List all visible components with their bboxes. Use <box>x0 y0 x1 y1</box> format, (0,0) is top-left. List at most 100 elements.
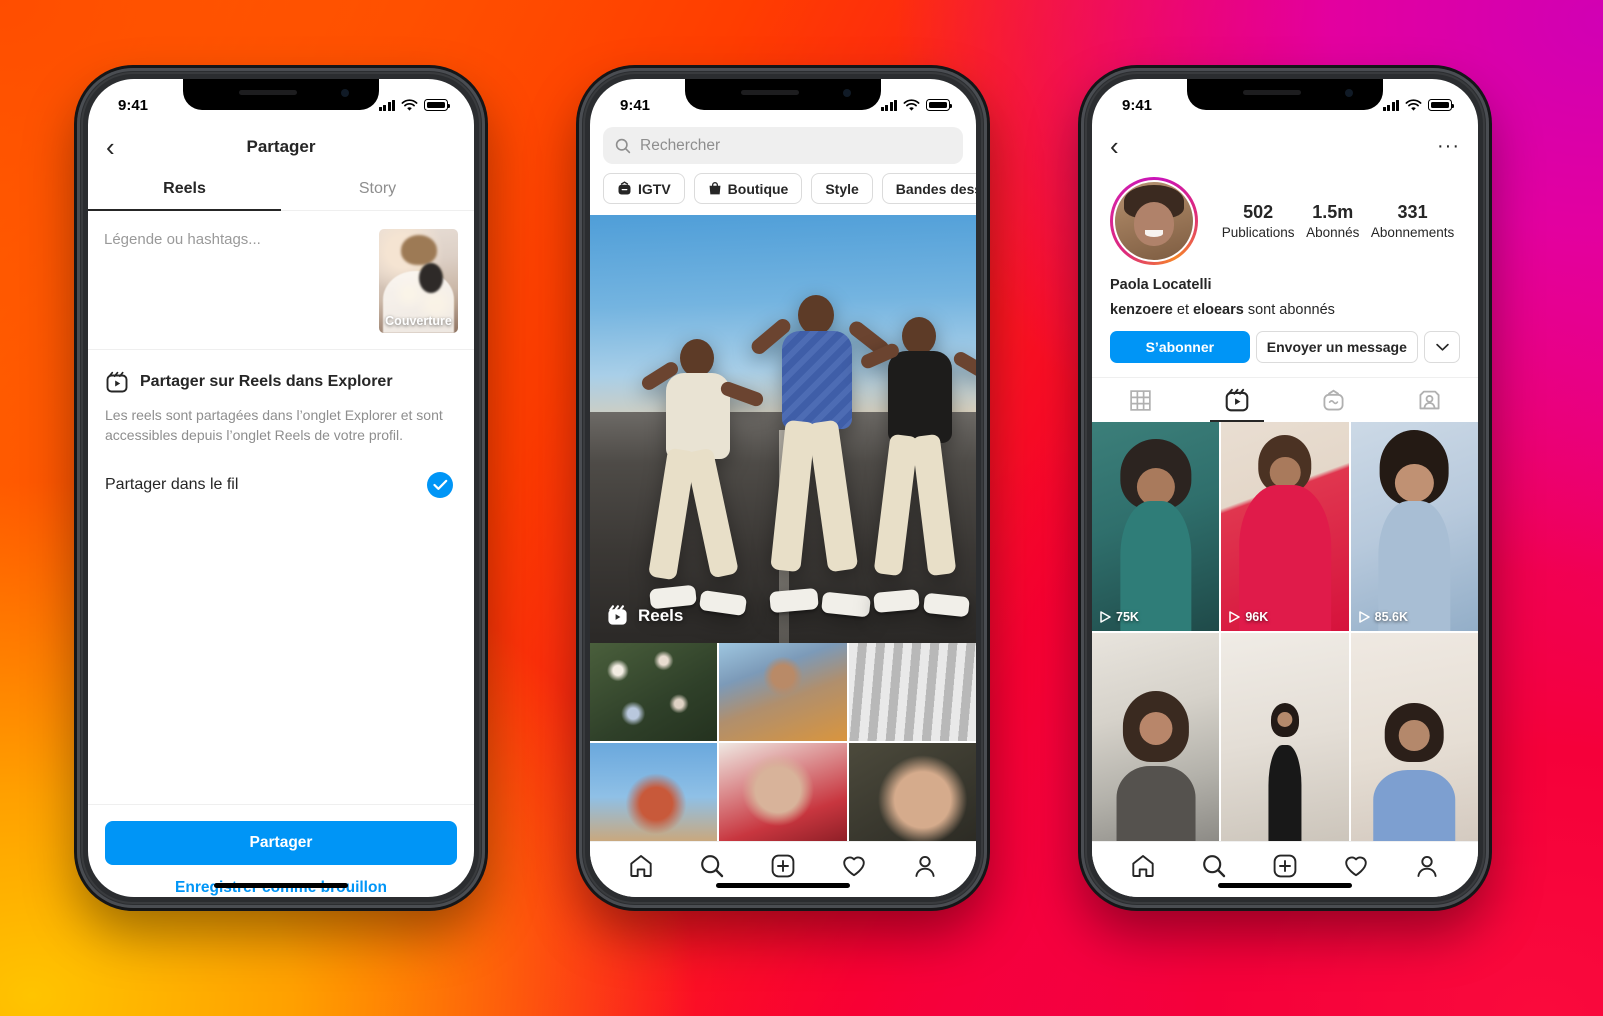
pill-boutique[interactable]: Boutique <box>693 173 803 204</box>
caption-area: Légende ou hashtags... Couverture <box>88 211 474 350</box>
reel-thumb[interactable]: 96K <box>1221 422 1349 631</box>
more-options-icon[interactable]: ··· <box>1437 135 1460 158</box>
home-indicator[interactable] <box>1218 883 1352 888</box>
caption-input[interactable]: Légende ou hashtags... <box>104 229 367 333</box>
search-bar[interactable]: Rechercher <box>603 127 963 164</box>
message-button[interactable]: Envoyer un message <box>1255 331 1418 363</box>
pill-igtv-label: IGTV <box>638 180 671 197</box>
igtv-icon <box>618 181 631 195</box>
search-icon[interactable] <box>699 853 725 879</box>
explore-share-section: Partager sur Reels dans Explorer Les ree… <box>88 350 474 498</box>
reel-thumb[interactable] <box>1221 632 1349 841</box>
followed-by-user-1[interactable]: kenzoere <box>1110 302 1173 318</box>
reel-views: 96K <box>1229 610 1268 624</box>
explore-thumb[interactable] <box>848 643 976 741</box>
person-icon[interactable] <box>1414 853 1440 879</box>
home-icon[interactable] <box>628 853 654 879</box>
pill-style[interactable]: Style <box>811 173 873 204</box>
stat-followers-count: 1.5m <box>1312 202 1354 222</box>
share-tabs: Reels Story <box>88 169 474 211</box>
device-notch <box>183 79 379 110</box>
reel-views-count: 85.6K <box>1374 609 1409 624</box>
tab-story[interactable]: Story <box>281 169 474 210</box>
profile-stats: 502 Publications 1.5m Abonnés 331 Abonne… <box>1216 202 1460 240</box>
device-notch <box>1187 79 1383 110</box>
search-input[interactable]: Rechercher <box>640 137 720 155</box>
explore-thumb[interactable] <box>590 743 718 841</box>
explore-thumb[interactable] <box>719 743 847 841</box>
reel-thumb[interactable]: 85.6K <box>1350 422 1478 631</box>
explore-thumb[interactable] <box>719 643 847 741</box>
stat-followers-label: Abonnés <box>1306 225 1360 240</box>
pill-igtv[interactable]: IGTV <box>603 173 685 204</box>
cellular-signal-icon <box>378 99 395 111</box>
followed-by-suffix: sont abonnés <box>1243 302 1335 318</box>
cover-thumbnail[interactable]: Couverture <box>379 229 458 333</box>
pill-bandes-dessinees[interactable]: Bandes dessinées <box>881 173 976 204</box>
earpiece-speaker <box>239 90 297 95</box>
stat-followers[interactable]: 1.5m Abonnés <box>1306 202 1359 240</box>
reels-badge-label: Reels <box>638 605 684 625</box>
cover-thumb-art <box>419 263 443 293</box>
stat-following[interactable]: 331 Abonnements <box>1371 202 1454 240</box>
tab-reels[interactable] <box>1189 378 1286 422</box>
tab-grid[interactable] <box>1092 378 1189 422</box>
suggestions-dropdown-button[interactable] <box>1424 331 1460 363</box>
reels-badge: Reels <box>606 604 683 627</box>
home-indicator[interactable] <box>716 883 850 888</box>
phone-share-sheet: 9:41 ‹ Partager Reels Story Légende ou h… <box>77 68 485 908</box>
cover-label: Couverture <box>385 314 452 328</box>
section-header: Partager sur Reels dans Explorer <box>105 370 457 394</box>
earpiece-speaker <box>741 90 799 95</box>
wifi-icon <box>1405 98 1422 111</box>
profile-header: 502 Publications 1.5m Abonnés 331 Abonne… <box>1092 167 1478 265</box>
tab-reels[interactable]: Reels <box>88 169 281 211</box>
reel-thumb[interactable]: 75K <box>1092 422 1220 631</box>
save-draft-button[interactable]: Enregistrer comme brouillon <box>105 879 457 897</box>
followed-by-user-2[interactable]: eloears <box>1193 302 1244 318</box>
reel-views: 85.6K <box>1358 609 1409 624</box>
play-icon <box>1100 610 1111 623</box>
tagged-icon <box>1419 390 1440 409</box>
reel-thumb[interactable] <box>1092 632 1220 841</box>
search-icon <box>615 138 631 153</box>
reel-thumb-art <box>1351 422 1478 631</box>
dancer-figure <box>636 317 766 617</box>
stat-publications[interactable]: 502 Publications <box>1222 202 1295 240</box>
grid-icon <box>1130 389 1151 411</box>
profile-bio: Paola Locatelli kenzoere et eloears sont… <box>1092 265 1478 318</box>
front-camera <box>843 89 851 97</box>
story-ring[interactable] <box>1110 177 1198 265</box>
status-icons <box>1382 98 1455 112</box>
tab-igtv[interactable] <box>1285 378 1382 422</box>
share-button[interactable]: Partager <box>105 821 457 865</box>
featured-reel[interactable]: Reels <box>590 215 976 643</box>
chevron-left-icon[interactable]: ‹ <box>1110 133 1119 159</box>
tab-story-label: Story <box>358 180 397 197</box>
plus-square-icon[interactable] <box>770 853 796 879</box>
cellular-signal-icon <box>880 99 897 111</box>
person-icon[interactable] <box>912 853 938 879</box>
explore-thumb[interactable] <box>590 643 718 741</box>
tab-tagged[interactable] <box>1382 378 1479 422</box>
share-to-feed-row[interactable]: Partager dans le fil <box>105 471 457 498</box>
explore-thumb[interactable] <box>848 743 976 841</box>
follow-button[interactable]: S’abonner <box>1110 331 1250 363</box>
avatar[interactable] <box>1113 180 1195 262</box>
reels-icon <box>106 371 128 393</box>
stat-following-label: Abonnements <box>1370 225 1455 240</box>
heart-icon[interactable] <box>1343 853 1369 879</box>
heart-icon[interactable] <box>841 853 867 879</box>
home-indicator[interactable] <box>214 883 348 888</box>
home-icon[interactable] <box>1130 853 1156 879</box>
reel-thumb-art <box>1351 633 1478 841</box>
reel-thumb[interactable] <box>1350 632 1478 841</box>
status-time: 9:41 <box>1122 96 1153 114</box>
search-icon[interactable] <box>1201 853 1227 879</box>
page-title: Partager <box>246 137 316 156</box>
stat-publications-count: 502 <box>1243 202 1274 222</box>
plus-square-icon[interactable] <box>1272 853 1298 879</box>
stat-publications-label: Publications <box>1221 225 1295 240</box>
check-circle-icon[interactable] <box>427 471 453 498</box>
play-icon <box>1358 610 1370 623</box>
